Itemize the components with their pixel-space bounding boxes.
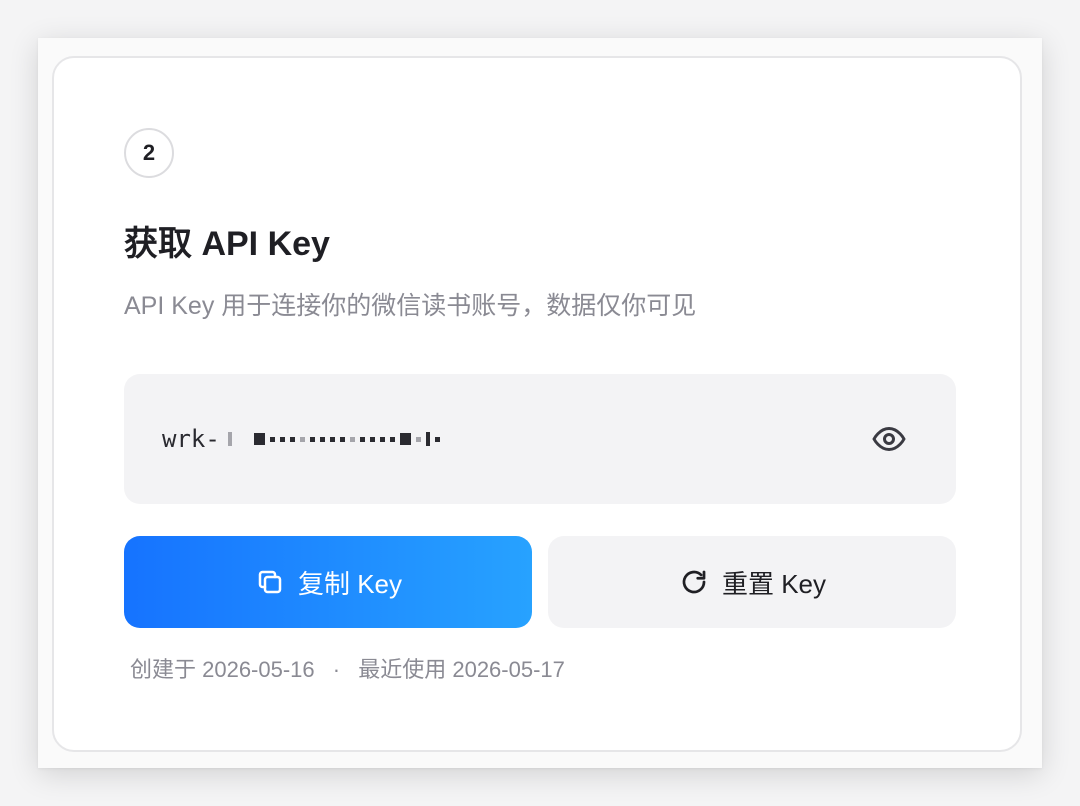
copy-key-button[interactable]: 复制 Key <box>124 536 532 628</box>
step-badge: 2 <box>124 128 174 178</box>
meta-separator: · <box>332 657 341 682</box>
reset-key-button[interactable]: 重置 Key <box>548 536 956 628</box>
copy-icon <box>254 566 286 598</box>
last-used-date: 最近使用 2026-05-17 <box>358 657 565 682</box>
api-key-prefix: wrk- <box>162 425 220 453</box>
api-key-card: 2 获取 API Key API Key 用于连接你的微信读书账号，数据仅你可见… <box>52 56 1022 752</box>
card-subtitle: API Key 用于连接你的微信读书账号，数据仅你可见 <box>124 292 697 320</box>
api-key-masked-value <box>227 432 440 446</box>
key-metadata: 创建于 2026-05-16 · 最近使用 2026-05-17 <box>130 652 565 688</box>
created-date: 创建于 2026-05-16 <box>130 657 315 682</box>
toggle-visibility-button[interactable] <box>870 420 908 458</box>
card-title: 获取 API Key <box>124 225 330 263</box>
eye-icon <box>871 421 907 457</box>
api-key-field[interactable]: wrk- <box>124 374 956 504</box>
copy-key-label: 复制 Key <box>297 568 403 599</box>
step-number: 2 <box>142 140 156 165</box>
reset-key-label: 重置 Key <box>721 568 827 599</box>
refresh-icon <box>678 566 710 598</box>
api-key-value[interactable]: wrk- <box>162 419 440 459</box>
